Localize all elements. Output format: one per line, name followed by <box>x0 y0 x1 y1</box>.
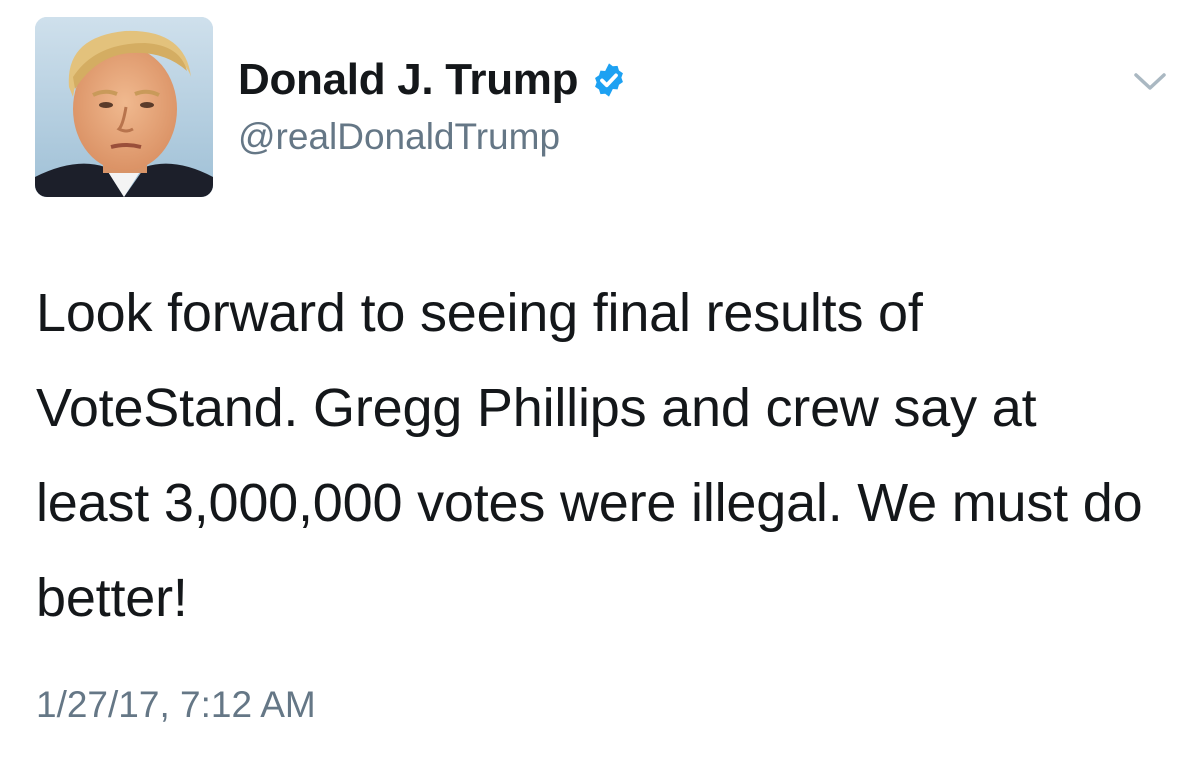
verified-badge-icon <box>590 61 628 99</box>
avatar-photo <box>35 17 213 197</box>
author-name-row: Donald J. Trump <box>238 52 628 108</box>
chevron-down-icon[interactable] <box>1130 66 1170 96</box>
avatar[interactable] <box>35 17 213 197</box>
author-display-name[interactable]: Donald J. Trump <box>238 55 579 105</box>
tweet-text: Look forward to seeing final results of … <box>36 283 1143 628</box>
tweet-card: Donald J. Trump @realDonaldTrump Look fo… <box>0 0 1200 776</box>
tweet-timestamp[interactable]: 1/27/17, 7:12 AM <box>36 684 316 726</box>
author-handle[interactable]: @realDonaldTrump <box>238 116 560 158</box>
